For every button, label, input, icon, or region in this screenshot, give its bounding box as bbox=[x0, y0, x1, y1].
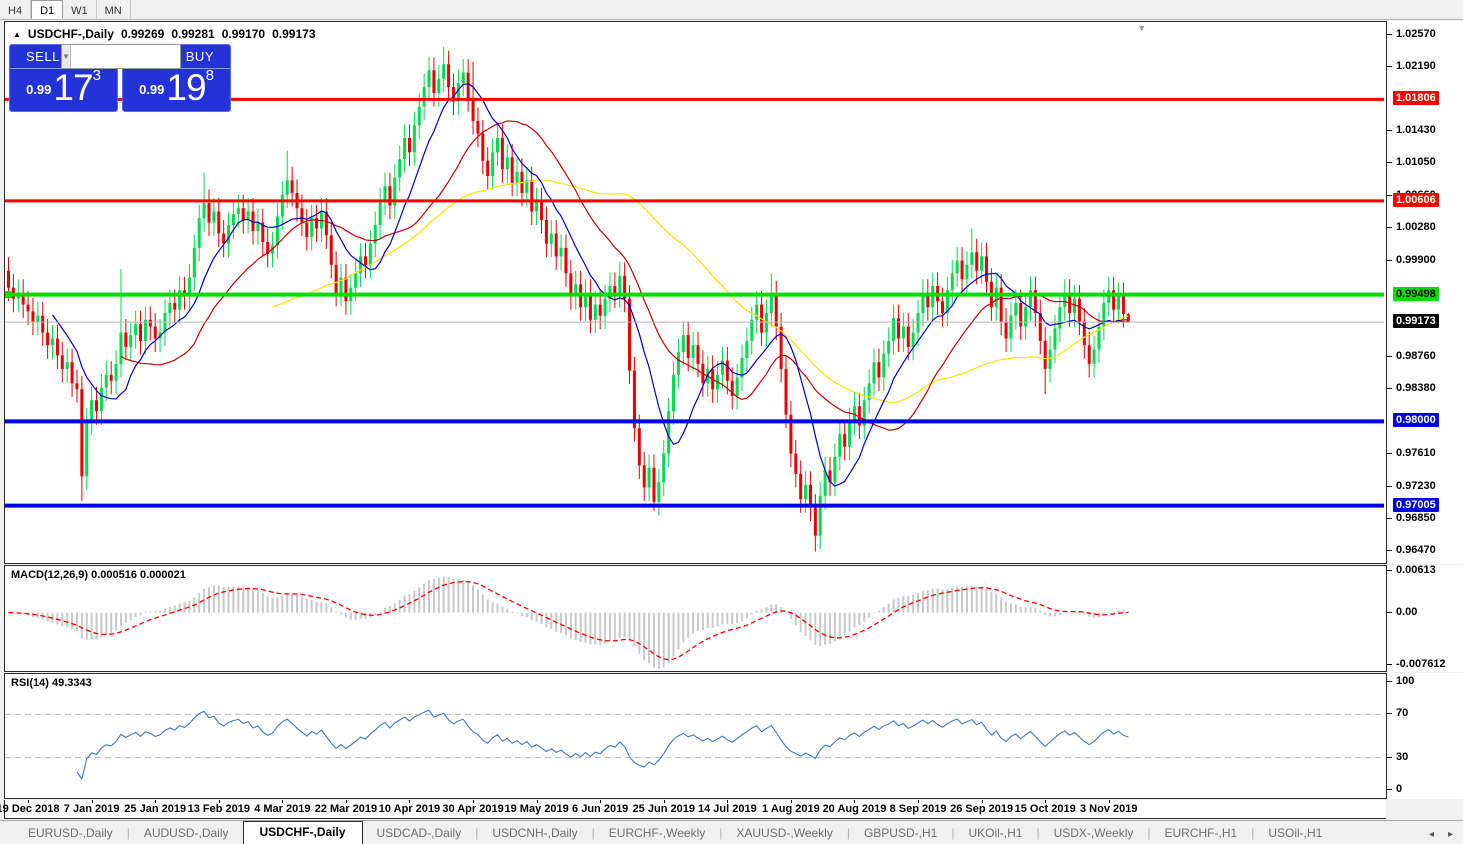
macd-tick-label: -0.007612 bbox=[1396, 657, 1446, 670]
chart-tab-audusd-daily[interactable]: AUDUSD-,Daily bbox=[130, 823, 243, 844]
buy-button[interactable]: BUY bbox=[186, 49, 214, 64]
ohlc-high: 0.99281 bbox=[171, 27, 215, 41]
hline-price-chip: 1.01806 bbox=[1393, 91, 1439, 106]
macd-panel[interactable]: MACD(12,26,9) 0.000516 0.000021 bbox=[4, 565, 1387, 672]
volume-decrease-icon[interactable]: ▼ bbox=[62, 45, 71, 68]
axis-tick bbox=[1387, 485, 1392, 487]
tabs-scroll-left-icon[interactable]: ◂ bbox=[1429, 829, 1434, 840]
axis-tick bbox=[1387, 713, 1392, 715]
hline-price-chip: 1.00606 bbox=[1393, 192, 1439, 207]
hline-price-chip: 0.98000 bbox=[1393, 413, 1439, 428]
axis-tick bbox=[1387, 756, 1392, 758]
price-tick-label: 0.96850 bbox=[1396, 511, 1436, 524]
axis-tick bbox=[1387, 549, 1392, 551]
chart-tab-eurchf-h1[interactable]: EURCHF-,H1 bbox=[1151, 823, 1252, 844]
macd-label: MACD(12,26,9) 0.000516 0.000021 bbox=[11, 569, 186, 581]
price-tick-label: 1.00280 bbox=[1396, 221, 1436, 234]
price-tick-label: 0.97230 bbox=[1396, 479, 1436, 492]
price-tick-label: 0.98760 bbox=[1396, 350, 1436, 363]
macd-tick-label: 0.00 bbox=[1396, 605, 1418, 618]
axis-tick bbox=[1387, 33, 1392, 35]
axis-tick bbox=[1387, 195, 1392, 197]
ohlc-low: 0.99170 bbox=[221, 27, 266, 41]
timeframe-toolbar: H4 D1 W1 MN bbox=[0, 0, 1463, 20]
buy-price: 0.99198 bbox=[139, 67, 214, 108]
axis-tick bbox=[1387, 663, 1392, 665]
chart-tab-gbpusd-h1[interactable]: GBPUSD-,H1 bbox=[850, 823, 951, 844]
macd-axis: 0.00613 0.00 -0.007612 bbox=[1387, 563, 1463, 672]
axis-tick bbox=[1387, 517, 1392, 519]
axis-tick bbox=[1387, 453, 1392, 455]
chart-tab-usdx-weekly[interactable]: USDX-,Weekly bbox=[1040, 823, 1148, 844]
axis-tick bbox=[1387, 611, 1392, 613]
ohlc-close: 0.99173 bbox=[272, 27, 316, 41]
price-tick-label: 0.97610 bbox=[1396, 447, 1436, 460]
volume-input[interactable] bbox=[70, 45, 180, 68]
chart-tab-bar: EURUSD-,Daily | AUDUSD-,Daily USDCHF-,Daily… bbox=[0, 820, 1463, 844]
rsi-label: RSI(14) 49.3343 bbox=[11, 677, 92, 689]
chart-tab-xauusd-weekly[interactable]: XAUUSD-,Weekly bbox=[722, 823, 846, 844]
tabs-scroll-right-icon[interactable]: ▸ bbox=[1448, 829, 1453, 840]
axis-tick bbox=[1387, 65, 1392, 67]
macd-tick-label: 0.00613 bbox=[1396, 563, 1436, 576]
chart-shift-marker-icon: ▼ bbox=[1137, 23, 1147, 33]
one-click-trading-panel: SELL 0.99173 BUY 0.99198 ▼ ▲ bbox=[9, 44, 231, 112]
sell-button[interactable]: SELL bbox=[26, 49, 60, 64]
timeframe-h4-button[interactable]: H4 bbox=[0, 0, 32, 19]
macd-chart bbox=[8, 576, 1130, 669]
price-tick-label: 1.02190 bbox=[1396, 59, 1436, 72]
sell-price: 0.99173 bbox=[26, 67, 101, 108]
chart-tab-usdcnh-daily[interactable]: USDCNH-,Daily bbox=[478, 823, 591, 844]
rsi-panel[interactable]: RSI(14) 49.3343 bbox=[4, 673, 1387, 799]
price-tick-label: 0.99900 bbox=[1396, 253, 1436, 266]
date-tick-label: 3 Nov 2019 bbox=[1080, 803, 1138, 815]
rsi-tick-label: 70 bbox=[1396, 707, 1409, 720]
axis-tick bbox=[1387, 356, 1392, 358]
axis-tick bbox=[1387, 681, 1392, 682]
chart-symbol-label: USDCHF-,Daily bbox=[27, 27, 114, 41]
axis-tick bbox=[1387, 259, 1392, 261]
price-chart-panel[interactable]: ▲ USDCHF-,Daily 0.99269 0.99281 0.99170 … bbox=[4, 21, 1387, 564]
chart-header: ▲ USDCHF-,Daily 0.99269 0.99281 0.99170 … bbox=[13, 27, 316, 41]
rsi-tick-label: 100 bbox=[1396, 675, 1415, 687]
chart-tab-eurusd-daily[interactable]: EURUSD-,Daily bbox=[14, 823, 127, 844]
rsi-chart bbox=[5, 709, 1384, 781]
timeframe-w1-button[interactable]: W1 bbox=[63, 0, 97, 19]
price-tick-label: 1.01050 bbox=[1396, 156, 1436, 169]
hline-price-chip: 0.97005 bbox=[1393, 497, 1439, 512]
ohlc-open: 0.99269 bbox=[120, 27, 165, 41]
timeframe-mn-button[interactable]: MN bbox=[97, 0, 131, 19]
symbol-marker-icon: ▲ bbox=[13, 29, 21, 39]
volume-stepper[interactable]: ▼ ▲ bbox=[61, 44, 181, 69]
chart-tab-usdcad-daily[interactable]: USDCAD-,Daily bbox=[363, 823, 476, 844]
rsi-tick-label: 30 bbox=[1396, 750, 1409, 763]
current-price-chip: 0.99173 bbox=[1393, 314, 1439, 329]
date-axis: 19 Dec 2018 7 Jan 2019 25 Jan 2019 13 Feb 2… bbox=[0, 800, 1386, 819]
hline-price-chip: 0.99498 bbox=[1393, 286, 1439, 301]
axis-tick bbox=[1387, 569, 1392, 571]
rsi-axis: 100 70 30 0 bbox=[1387, 673, 1463, 799]
price-axis: 1.025701.021901.014301.010501.006601.002… bbox=[1387, 21, 1463, 564]
chart-tab-ukoil-h1[interactable]: UKOil-,H1 bbox=[954, 823, 1036, 844]
price-tick-label: 0.96470 bbox=[1396, 543, 1436, 556]
chart-tab-usdchf-daily[interactable]: USDCHF-,Daily bbox=[242, 821, 363, 844]
axis-tick bbox=[1387, 227, 1392, 229]
price-tick-label: 1.01430 bbox=[1396, 124, 1436, 137]
axis-tick bbox=[1387, 130, 1392, 132]
axis-tick bbox=[1387, 789, 1392, 790]
price-tick-label: 0.98380 bbox=[1396, 382, 1436, 395]
chart-tab-eurchf-weekly[interactable]: EURCHF-,Weekly bbox=[595, 823, 719, 844]
axis-tick bbox=[1387, 162, 1392, 164]
chart-tab-usoil-h1[interactable]: USOil-,H1 bbox=[1254, 823, 1336, 844]
rsi-tick-label: 0 bbox=[1396, 783, 1403, 795]
timeframe-d1-button[interactable]: D1 bbox=[31, 0, 64, 19]
price-tick-label: 1.02570 bbox=[1396, 27, 1436, 40]
axis-tick bbox=[1387, 388, 1392, 390]
